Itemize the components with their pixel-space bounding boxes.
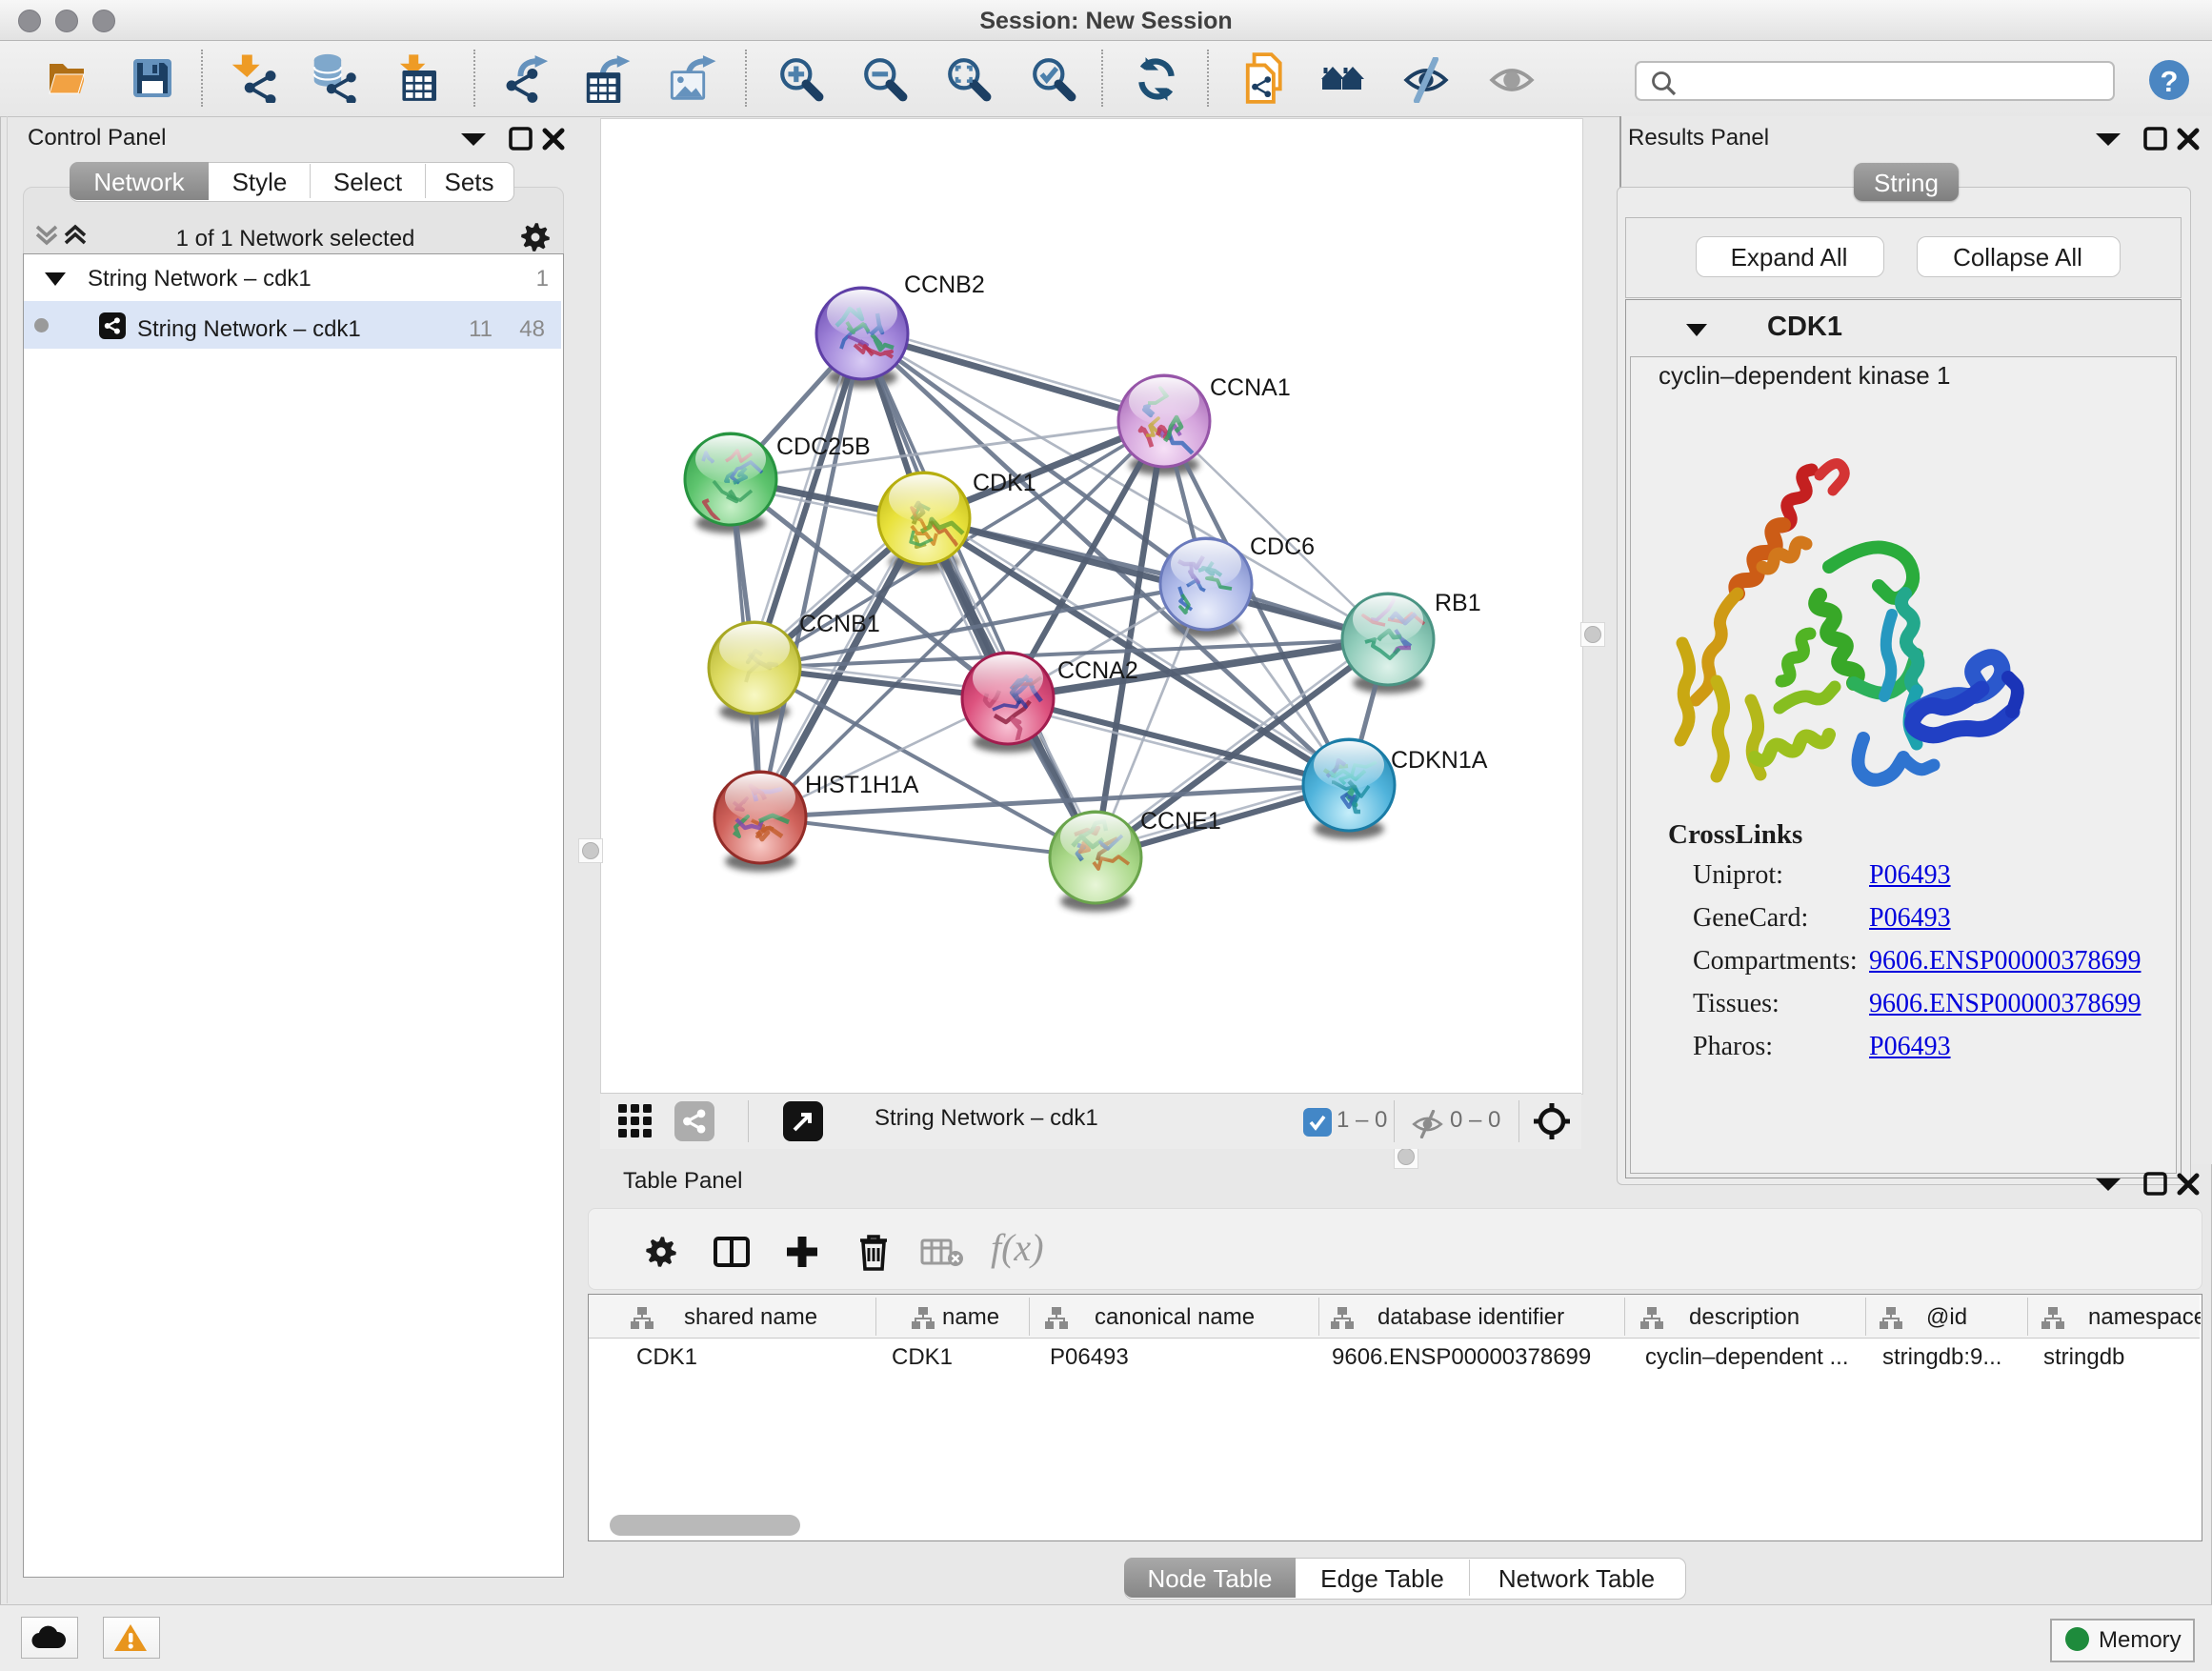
svg-text:CCNB1: CCNB1: [799, 611, 880, 637]
svg-text:CCNB2: CCNB2: [904, 272, 985, 298]
svg-text:CDKN1A: CDKN1A: [1391, 747, 1488, 774]
svg-text:HIST1H1A: HIST1H1A: [805, 772, 919, 798]
svg-text:CCNA1: CCNA1: [1210, 374, 1291, 401]
svg-text:CDC6: CDC6: [1250, 534, 1315, 560]
svg-text:CCNE1: CCNE1: [1140, 808, 1221, 835]
svg-text:CDC25B: CDC25B: [776, 433, 871, 460]
svg-text:CCNA2: CCNA2: [1057, 657, 1138, 684]
svg-text:CDK1: CDK1: [973, 470, 1036, 496]
svg-text:RB1: RB1: [1435, 590, 1481, 616]
